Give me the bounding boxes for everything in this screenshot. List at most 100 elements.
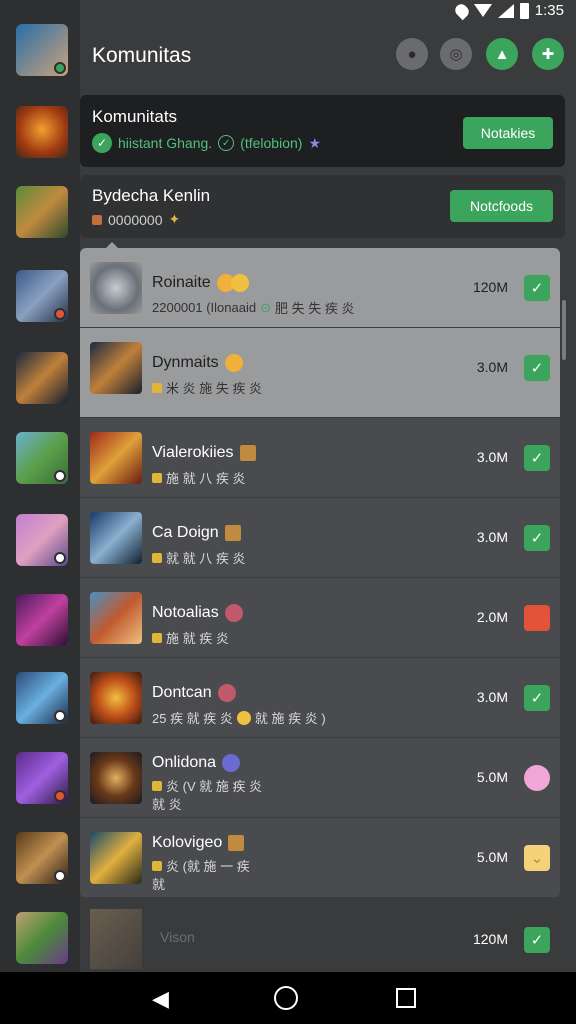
badge-icon (239, 445, 256, 461)
clock: 1:35 (534, 2, 564, 19)
person-icon: ● (407, 45, 417, 63)
check-circle-icon: ✓ (218, 135, 235, 151)
item-subtitle: 就 就 八 疾 炎 (166, 551, 246, 566)
item-title: Vialerokiies (152, 444, 234, 461)
tag-icon (152, 382, 162, 393)
add-icon: ✚ (541, 46, 555, 63)
card-title: Bydecha Kenlin (92, 186, 211, 205)
list-item[interactable]: Dontcan 25 疾 就 疾 炎 就 施 疾 炎 ) 3.0M ✓ (80, 658, 560, 738)
list-item[interactable]: Notoalias 施 就 疾 炎 2.0M (80, 578, 560, 658)
item-size: 5.0M (476, 769, 508, 785)
list-item[interactable]: Vialerokiies 施 就 八 疾 炎 3.0M ✓ (80, 418, 560, 498)
notifications-button[interactable]: Notakies (463, 117, 553, 149)
toggle-checkbox[interactable]: ✓ (524, 525, 550, 551)
toggle-checkbox[interactable]: ✓ (524, 685, 550, 711)
server-avatar-9[interactable] (16, 672, 68, 724)
server-avatar-11[interactable] (16, 832, 68, 884)
tag-icon (152, 552, 162, 563)
item-size: 3.0M (476, 359, 508, 375)
item-title: Onlidona (152, 754, 217, 771)
toggle-checkbox[interactable] (524, 765, 550, 791)
online-badge (54, 62, 66, 74)
status-badge (54, 552, 66, 564)
list-item[interactable]: Dynmaits 米 炎 施 失 疾 炎 3.0M ✓ (80, 328, 560, 418)
community-list: Roinaite 2200001 (Ilonaaid ⊙ 肥 失 失 疾 炎 120… (80, 248, 560, 898)
check-icon: ✓ (530, 450, 544, 467)
tag-icon (152, 472, 162, 483)
toggle-checkbox[interactable]: ✓ (524, 355, 550, 381)
tag-icon (152, 780, 162, 791)
scrollbar[interactable] (562, 300, 566, 360)
list-item[interactable]: Kolovigeo 炎 (就 施 一 疾 就 5.0M ⌄ (80, 818, 560, 898)
profile-button[interactable]: ● (396, 38, 428, 70)
item-subtitle-extra: 肥 失 失 疾 炎 (275, 301, 355, 316)
server-sidebar (0, 0, 80, 972)
system-nav-bar: ◀ (0, 972, 576, 1024)
item-size: 3.0M (476, 689, 508, 705)
emoji-icon (236, 710, 251, 725)
server-avatar-5[interactable] (16, 352, 68, 404)
item-title: Notoalias (152, 604, 219, 621)
server-avatar-6[interactable] (16, 432, 68, 484)
community-card-secondary[interactable]: Bydecha Kenlin 0000000 ✦ Notcfoods (80, 175, 565, 238)
search-button[interactable]: ◎ (440, 38, 472, 70)
item-thumbnail (90, 342, 142, 394)
community-card-featured[interactable]: Komunitats ✓ hiistant Ghang. ✓ (tfelobio… (80, 95, 565, 167)
card-subtitle: 0000000 ✦ (92, 211, 180, 228)
server-avatar-10[interactable] (16, 752, 68, 804)
check-icon: ✓ (530, 280, 544, 297)
toggle-checkbox[interactable]: ⌄ (524, 845, 550, 871)
item-thumbnail (90, 752, 142, 804)
item-subtitle: 炎 (V 就 施 疾 炎 (166, 779, 263, 794)
item-subtitle: 2200001 (Ilonaaid (152, 300, 257, 315)
item-subtitle: 炎 (就 施 一 疾 (166, 859, 250, 874)
notifications-button[interactable]: Notcfoods (450, 190, 553, 222)
item-subtitle-extra: 就 (152, 877, 166, 892)
server-avatar-7[interactable] (16, 514, 68, 566)
badge-icon (224, 525, 241, 541)
item-title: Ca Doign (152, 524, 219, 541)
status-bar: 1:35 (0, 0, 576, 22)
tag-icon (92, 214, 102, 225)
check-icon: ✓ (530, 932, 544, 949)
server-avatar-8[interactable] (16, 594, 68, 646)
status-badge (54, 308, 66, 320)
thumbs-up-button[interactable]: ▲ (486, 38, 518, 70)
add-button[interactable]: ✚ (532, 38, 564, 70)
item-size: 120M (472, 931, 508, 947)
server-avatar-2[interactable] (16, 106, 68, 158)
item-thumbnail (90, 262, 142, 314)
status-badge (54, 790, 66, 802)
item-thumbnail (90, 832, 142, 884)
check-circle-icon: ✓ (92, 133, 112, 153)
tag-icon (152, 860, 162, 871)
back-button[interactable]: ◀ (152, 986, 169, 1012)
recents-button[interactable] (396, 988, 416, 1008)
item-thumbnail (90, 432, 142, 484)
item-size: 3.0M (476, 449, 508, 465)
item-size: 2.0M (476, 609, 508, 625)
list-item[interactable]: Onlidona 炎 (V 就 施 疾 炎 就 炎 5.0M (80, 738, 560, 818)
server-avatar-3[interactable] (16, 186, 68, 238)
status-badge (54, 710, 66, 722)
toggle-checkbox[interactable]: ✓ (524, 927, 550, 953)
sparkle-icon: ✦ (168, 211, 181, 227)
thumbs-up-icon: ▲ (494, 45, 510, 63)
list-item-disabled[interactable]: Vison 120M ✓ (80, 905, 560, 972)
server-avatar-4[interactable] (16, 270, 68, 322)
item-title: Kolovigeo (152, 834, 223, 851)
item-subtitle: 米 炎 施 失 疾 炎 (166, 381, 263, 396)
item-title: Dynmaits (152, 354, 219, 371)
list-item[interactable]: Ca Doign 就 就 八 疾 炎 3.0M ✓ (80, 498, 560, 578)
toggle-checkbox[interactable]: ✓ (524, 445, 550, 471)
toggle-checkbox[interactable] (524, 605, 550, 631)
server-avatar-12[interactable] (16, 912, 68, 964)
server-avatar-1[interactable] (16, 24, 68, 76)
emoji-icon (222, 754, 241, 772)
status-badge (54, 470, 66, 482)
list-item[interactable]: Roinaite 2200001 (Ilonaaid ⊙ 肥 失 失 疾 炎 120… (80, 248, 560, 328)
item-thumbnail (90, 909, 142, 969)
emoji-icon (230, 274, 249, 292)
toggle-checkbox[interactable]: ✓ (524, 275, 550, 301)
home-button[interactable] (274, 986, 298, 1010)
